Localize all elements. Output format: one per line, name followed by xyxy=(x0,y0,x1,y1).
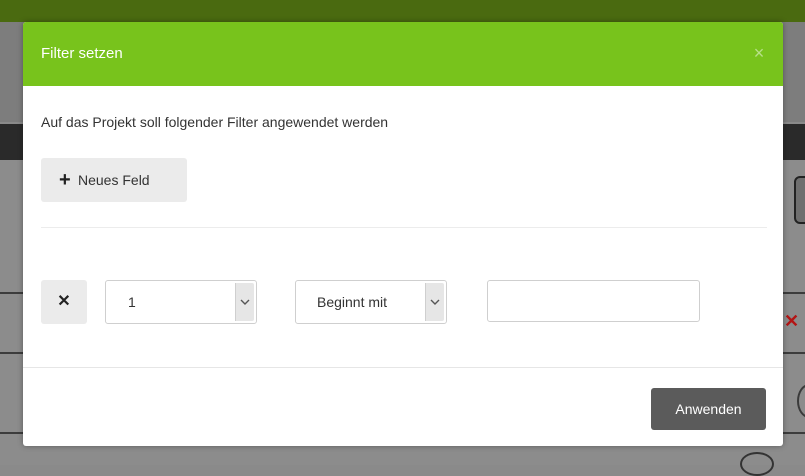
dialog-title: Filter setzen xyxy=(41,45,123,62)
dialog-header: Filter setzen × xyxy=(23,22,783,86)
operator-select-value: Beginnt mit xyxy=(317,294,388,310)
background-round-button xyxy=(740,452,774,476)
add-field-label: Neues Feld xyxy=(78,172,150,188)
dialog-description: Auf das Projekt soll folgender Filter an… xyxy=(41,114,389,130)
chevron-down-icon[interactable] xyxy=(425,283,444,321)
footer-divider xyxy=(23,367,783,368)
filter-value-input[interactable] xyxy=(487,280,700,322)
remove-filter-button[interactable]: ✕ xyxy=(41,280,87,324)
chevron-down-icon[interactable] xyxy=(235,283,254,321)
field-select[interactable]: 1 xyxy=(105,280,257,324)
filter-dialog: Filter setzen × Auf das Projekt soll fol… xyxy=(23,22,783,446)
operator-select[interactable]: Beginnt mit xyxy=(295,280,447,324)
plus-icon: + xyxy=(59,169,71,191)
field-select-value: 1 xyxy=(128,294,136,310)
apply-button[interactable]: Anwenden xyxy=(651,388,766,430)
background-top-bar xyxy=(0,0,805,22)
background-delete-icon: ✕ xyxy=(784,311,800,331)
close-icon: ✕ xyxy=(57,293,71,310)
close-icon[interactable]: × xyxy=(749,41,769,65)
add-field-button[interactable]: + Neues Feld xyxy=(41,158,187,202)
background-edge-button xyxy=(794,176,805,224)
section-divider xyxy=(41,227,767,228)
